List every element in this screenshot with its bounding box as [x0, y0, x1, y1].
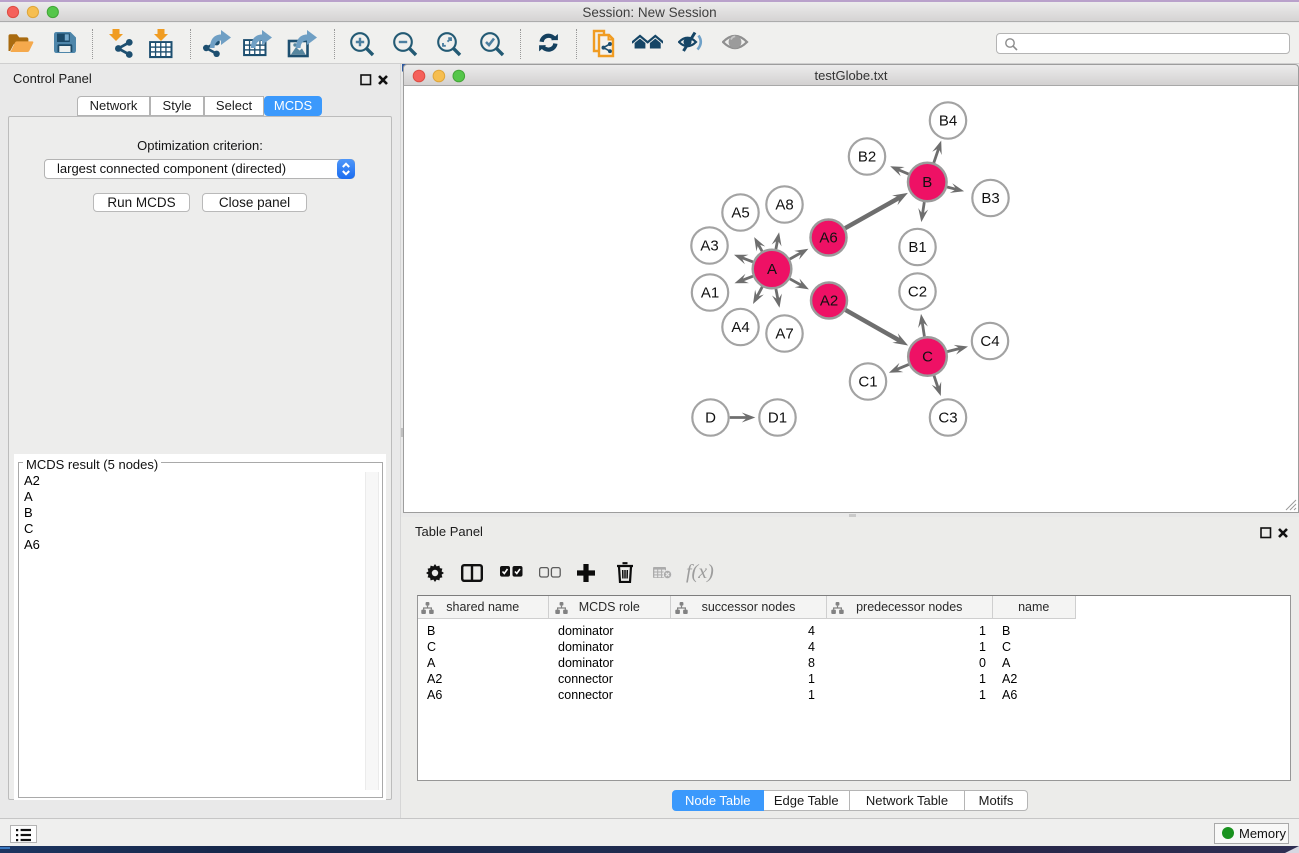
svg-text:A6: A6 — [819, 230, 837, 247]
svg-text:D1: D1 — [768, 410, 787, 427]
svg-text:B1: B1 — [908, 239, 926, 256]
svg-text:C4: C4 — [980, 333, 999, 350]
svg-text:C2: C2 — [908, 284, 927, 301]
svg-text:C3: C3 — [938, 410, 957, 427]
svg-text:B: B — [922, 174, 932, 191]
svg-text:A: A — [767, 261, 777, 278]
svg-text:B4: B4 — [939, 113, 957, 130]
svg-text:C: C — [922, 349, 933, 366]
svg-text:A5: A5 — [731, 205, 749, 222]
svg-text:A8: A8 — [775, 197, 793, 214]
svg-text:A3: A3 — [700, 238, 718, 255]
svg-text:A4: A4 — [731, 319, 749, 336]
svg-text:B2: B2 — [858, 149, 876, 166]
svg-text:B3: B3 — [981, 190, 999, 207]
svg-text:A1: A1 — [701, 285, 719, 302]
svg-text:A2: A2 — [820, 293, 838, 310]
svg-text:D: D — [705, 410, 716, 427]
svg-text:C1: C1 — [858, 374, 877, 391]
svg-text:A7: A7 — [775, 326, 793, 343]
